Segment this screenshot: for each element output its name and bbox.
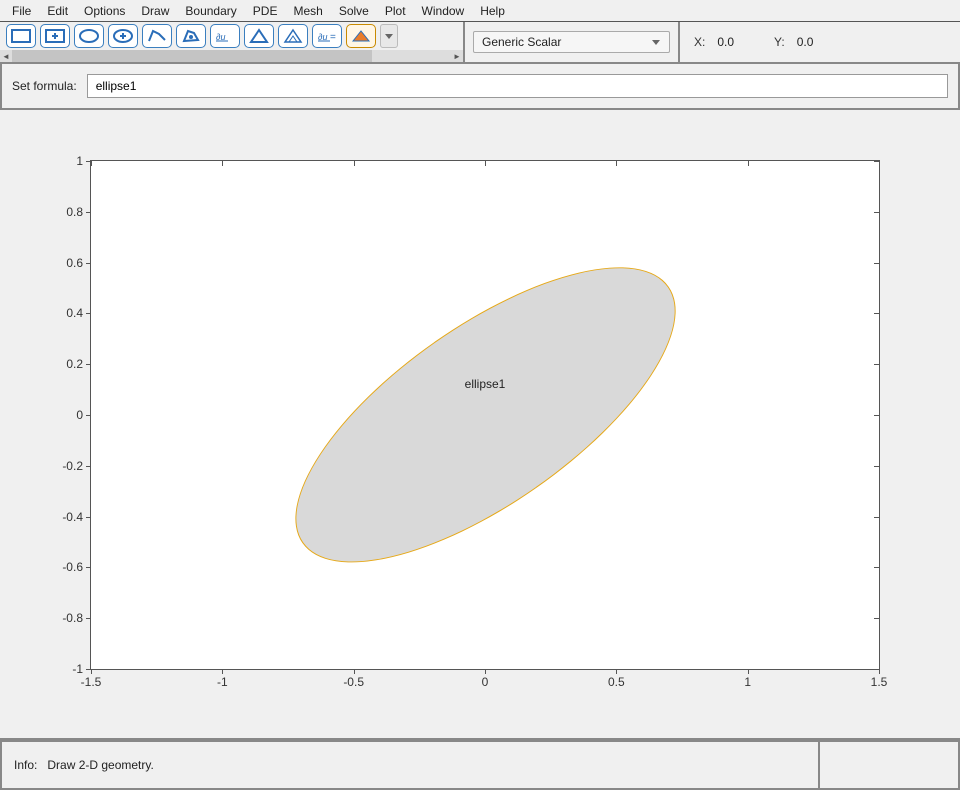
ytick-label: 1 — [76, 154, 83, 168]
coord-x-value: 0.0 — [717, 35, 734, 49]
polygon-close-icon[interactable] — [176, 24, 206, 48]
ellipse-edge-icon[interactable] — [74, 24, 104, 48]
mesh-refine-icon[interactable] — [278, 24, 308, 48]
toolbar-overflow-button[interactable] — [380, 24, 398, 48]
menu-boundary[interactable]: Boundary — [177, 2, 244, 20]
polygon-icon[interactable] — [142, 24, 172, 48]
coord-y-label: Y: — [774, 35, 785, 49]
scroll-thumb[interactable] — [12, 50, 372, 62]
scroll-track[interactable] — [12, 50, 451, 62]
ytick-label: 0.2 — [66, 357, 83, 371]
geometry-canvas[interactable]: -1.5-1-0.500.511.5-1-0.8-0.6-0.4-0.200.2… — [0, 110, 960, 738]
xtick-label: -1 — [217, 675, 228, 689]
menu-mesh[interactable]: Mesh — [285, 2, 330, 20]
menu-window[interactable]: Window — [414, 2, 473, 20]
solve-icon[interactable]: ∂u= — [312, 24, 342, 48]
coord-y-value: 0.0 — [797, 35, 814, 49]
menu-solve[interactable]: Solve — [331, 2, 377, 20]
status-side — [820, 740, 960, 790]
chevron-down-icon — [651, 37, 661, 47]
xtick-label: 0 — [482, 675, 489, 689]
mesh-init-icon[interactable] — [244, 24, 274, 48]
application-mode-panel: Generic Scalar — [465, 22, 680, 62]
scroll-left-icon[interactable]: ◄ — [0, 50, 12, 62]
toolbar-icon-row: ∂u ∂u= — [0, 22, 463, 50]
axes[interactable]: -1.5-1-0.500.511.5-1-0.8-0.6-0.4-0.200.2… — [90, 160, 880, 670]
ytick-label: -0.2 — [62, 459, 83, 473]
menu-pde[interactable]: PDE — [245, 2, 286, 20]
rect-center-icon[interactable] — [40, 24, 70, 48]
status-bar: Info: Draw 2-D geometry. — [0, 738, 960, 790]
menubar: File Edit Options Draw Boundary PDE Mesh… — [0, 0, 960, 22]
toolbar-scroll: ∂u ∂u= ◄ ► — [0, 22, 465, 62]
shape-ellipse1[interactable] — [251, 214, 719, 616]
ytick-label: -0.6 — [62, 560, 83, 574]
scroll-right-icon[interactable]: ► — [451, 50, 463, 62]
toolbar-horizontal-scrollbar[interactable]: ◄ ► — [0, 50, 463, 62]
menu-draw[interactable]: Draw — [133, 2, 177, 20]
ytick-label: 0 — [76, 408, 83, 422]
ytick-label: 0.8 — [66, 205, 83, 219]
status-main: Info: Draw 2-D geometry. — [0, 740, 820, 790]
coord-x-label: X: — [694, 35, 705, 49]
shape-label: ellipse1 — [465, 377, 506, 391]
ytick-label: -0.8 — [62, 611, 83, 625]
menu-options[interactable]: Options — [76, 2, 133, 20]
svg-text:=: = — [330, 32, 336, 43]
ytick-label: -0.4 — [62, 510, 83, 524]
toolbar: ∂u ∂u= ◄ ► Generic Scalar — [0, 22, 960, 64]
formula-input[interactable] — [87, 74, 948, 98]
pde-spec-icon[interactable]: ∂u — [210, 24, 240, 48]
xtick-label: 1.5 — [871, 675, 888, 689]
xtick-label: -0.5 — [343, 675, 364, 689]
menu-edit[interactable]: Edit — [39, 2, 76, 20]
ytick-label: 0.4 — [66, 306, 83, 320]
formula-panel: Set formula: — [0, 64, 960, 110]
rect-edge-icon[interactable] — [6, 24, 36, 48]
plot-3d-icon[interactable] — [346, 24, 376, 48]
coordinate-readout: X: 0.0 Y: 0.0 — [680, 22, 960, 62]
xtick-label: -1.5 — [81, 675, 102, 689]
status-label: Info: — [14, 758, 37, 772]
application-mode-value: Generic Scalar — [482, 35, 561, 49]
ytick-label: 0.6 — [66, 256, 83, 270]
xtick-label: 1 — [744, 675, 751, 689]
ellipse-center-icon[interactable] — [108, 24, 138, 48]
formula-label: Set formula: — [12, 79, 77, 93]
menu-plot[interactable]: Plot — [377, 2, 414, 20]
ytick-label: -1 — [72, 662, 83, 676]
menu-file[interactable]: File — [4, 2, 39, 20]
status-text: Draw 2-D geometry. — [47, 758, 153, 772]
menu-help[interactable]: Help — [472, 2, 513, 20]
xtick-label: 0.5 — [608, 675, 625, 689]
application-mode-select[interactable]: Generic Scalar — [473, 31, 670, 53]
